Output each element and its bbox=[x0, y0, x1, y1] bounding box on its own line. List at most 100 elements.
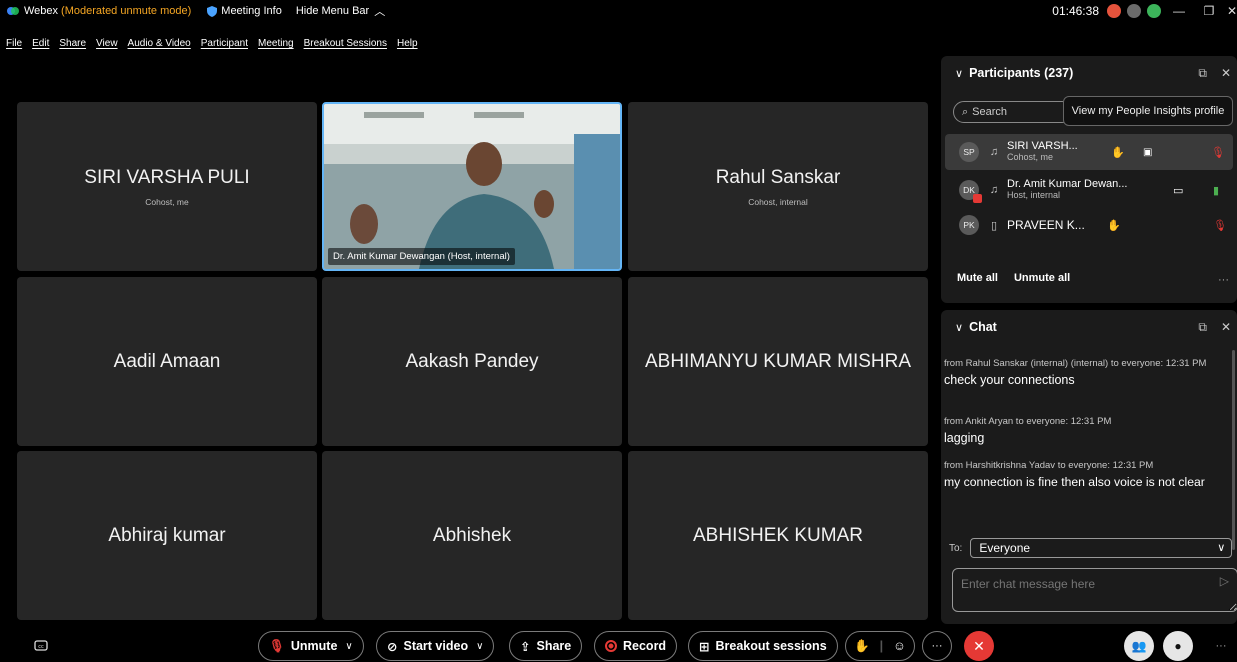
divider: | bbox=[879, 639, 884, 653]
emoji-reactions-icon[interactable]: ☺ bbox=[893, 639, 906, 653]
menu-item-meeting[interactable]: Meeting bbox=[258, 38, 294, 54]
participant-row[interactable]: DK ♫ Dr. Amit Kumar Dewan... Host, inter… bbox=[945, 172, 1233, 208]
chat-toggle-button[interactable]: ● bbox=[1163, 631, 1193, 661]
tile-participant-name: Rahul Sanskar bbox=[715, 166, 841, 188]
participant-name-block: Dr. Amit Kumar Dewan... Host, internal bbox=[1007, 179, 1127, 201]
video-tile[interactable]: Aadil Amaan bbox=[17, 277, 317, 446]
popout-icon[interactable]: ⧉ bbox=[1198, 66, 1207, 81]
close-window-icon[interactable]: ✕ bbox=[1227, 4, 1237, 18]
participant-row[interactable]: PK ▯ PRAVEEN K... ✋ 🎙 bbox=[945, 210, 1233, 240]
raise-hand-icon[interactable]: ✋ bbox=[854, 639, 870, 654]
share-button[interactable]: ⇪ Share bbox=[509, 631, 583, 661]
unmute-button[interactable]: 🎙 Unmute ∨ bbox=[258, 631, 364, 661]
raise-hand-icon: ✋ bbox=[1111, 146, 1125, 159]
leave-meeting-button[interactable]: ✕ bbox=[964, 631, 994, 661]
menu-item-breakout-sessions[interactable]: Breakout Sessions bbox=[304, 38, 387, 54]
captions-icon[interactable]: cc bbox=[26, 631, 56, 661]
search-placeholder: Search bbox=[972, 106, 1008, 118]
video-tile[interactable]: Abhiraj kumar bbox=[17, 451, 317, 620]
muted-mic-icon[interactable]: 🎙 bbox=[1211, 146, 1225, 159]
menu-item-file[interactable]: File bbox=[6, 38, 22, 54]
recipient-value: Everyone bbox=[979, 541, 1031, 555]
hide-menu-bar-button[interactable]: Hide Menu Bar ︿ bbox=[296, 3, 385, 19]
more-options-button[interactable]: ··· bbox=[922, 631, 952, 661]
video-tile[interactable]: Rahul Sanskar Cohost, internal bbox=[628, 102, 928, 271]
start-video-label: Start video bbox=[403, 639, 469, 653]
popout-icon[interactable]: ⧉ bbox=[1198, 320, 1207, 335]
mute-all-button[interactable]: Mute all bbox=[957, 272, 998, 284]
chevron-down-icon[interactable]: ∨ bbox=[955, 67, 963, 80]
muted-mic-icon[interactable]: 🎙 bbox=[1213, 219, 1227, 232]
menu-item-view[interactable]: View bbox=[96, 38, 118, 54]
menu-item-share[interactable]: Share bbox=[59, 38, 86, 54]
menu-bar: File Edit Share View Audio & Video Participan… bbox=[0, 38, 418, 54]
restore-icon[interactable]: ❐ bbox=[1197, 4, 1221, 18]
menu-item-audio-video[interactable]: Audio & Video bbox=[128, 38, 191, 54]
chat-header[interactable]: ∨ Chat ⧉ ✕ bbox=[941, 310, 1237, 344]
titlebar-right: 01:46:38 — ❐ ✕ bbox=[1052, 0, 1237, 22]
meeting-clock: 01:46:38 bbox=[1052, 4, 1099, 18]
record-icon bbox=[605, 640, 617, 652]
share-icon: ⇪ bbox=[520, 639, 531, 654]
minimize-icon[interactable]: — bbox=[1167, 4, 1191, 18]
start-video-button[interactable]: ⊘ Start video ∨ bbox=[376, 631, 495, 661]
menu-item-edit[interactable]: Edit bbox=[32, 38, 49, 54]
close-panel-icon[interactable]: ✕ bbox=[1221, 320, 1231, 334]
recording-status-icon[interactable] bbox=[1107, 4, 1121, 18]
tile-participant-name: Aakash Pandey bbox=[405, 350, 539, 372]
menu-item-participant[interactable]: Participant bbox=[201, 38, 248, 54]
meeting-info-button[interactable]: Meeting Info bbox=[207, 5, 282, 17]
chat-message-meta: from Rahul Sanskar (internal) (internal)… bbox=[944, 358, 1207, 369]
chat-message-meta: from Harshitkrishna Yadav to everyone: 1… bbox=[944, 460, 1154, 471]
chevron-down-icon: ∨ bbox=[1217, 542, 1226, 554]
search-icon: ⌕ bbox=[962, 105, 969, 118]
participants-toggle-button[interactable]: 👥 bbox=[1124, 631, 1154, 661]
breakout-sessions-button[interactable]: ⊞ Breakout sessions bbox=[688, 631, 838, 661]
video-tile[interactable]: SIRI VARSHA PULI Cohost, me bbox=[17, 102, 317, 271]
chat-message-input[interactable] bbox=[952, 568, 1237, 612]
active-mic-icon[interactable]: ▮ bbox=[1213, 184, 1219, 197]
participant-name: Dr. Amit Kumar Dewan... bbox=[1007, 178, 1128, 190]
chat-message: from Harshitkrishna Yadav to everyone: 1… bbox=[944, 460, 1234, 489]
chat-title: Chat bbox=[969, 320, 997, 334]
video-tile[interactable]: ABHISHEK KUMAR bbox=[628, 451, 928, 620]
participant-row[interactable]: SP ♫ SIRI VARSH... Cohost, me ✋ ▣ 🎙 bbox=[945, 134, 1233, 170]
close-panel-icon[interactable]: ✕ bbox=[1221, 66, 1231, 80]
chevron-down-icon[interactable]: ∨ bbox=[955, 321, 963, 334]
send-icon[interactable]: ▷ bbox=[1220, 574, 1229, 588]
participant-search-input[interactable]: ⌕ Search bbox=[953, 101, 1073, 123]
phone-icon: ▯ bbox=[990, 219, 998, 232]
unmute-all-button[interactable]: Unmute all bbox=[1014, 272, 1070, 284]
muted-mic-icon: 🎙 bbox=[269, 638, 285, 653]
chevron-down-icon[interactable]: ∨ bbox=[345, 641, 352, 652]
unmute-label: Unmute bbox=[290, 639, 338, 653]
reactions-group: ✋ | ☺ bbox=[845, 631, 915, 661]
people-insights-tooltip: View my People Insights profile bbox=[1063, 96, 1233, 126]
participant-name-block: PRAVEEN K... bbox=[1007, 217, 1085, 232]
menu-item-help[interactable]: Help bbox=[397, 38, 418, 54]
video-tile[interactable]: Aakash Pandey bbox=[322, 277, 622, 446]
record-label: Record bbox=[623, 639, 667, 653]
participant-name: PRAVEEN K... bbox=[1007, 217, 1085, 232]
chat-scrollbar[interactable] bbox=[1232, 350, 1235, 550]
tile-participant-role: Cohost, me bbox=[145, 196, 189, 207]
participants-title: Participants (237) bbox=[969, 66, 1074, 80]
chat-recipient-select[interactable]: Everyone ∨ bbox=[970, 538, 1233, 558]
participants-more-button[interactable]: ··· bbox=[1218, 274, 1229, 286]
audio-status-icon[interactable] bbox=[1147, 4, 1161, 18]
tile-participant-name: ABHIMANYU KUMAR MISHRA bbox=[644, 350, 912, 372]
video-tile[interactable]: Dr. Amit Kumar Dewangan (Host, internal) bbox=[322, 102, 622, 271]
network-status-icon[interactable] bbox=[1127, 4, 1141, 18]
tile-participant-name: Abhiraj kumar bbox=[108, 524, 226, 546]
chevron-down-icon[interactable]: ∨ bbox=[476, 641, 483, 652]
participants-header[interactable]: ∨ Participants (237) ⧉ ✕ bbox=[941, 56, 1237, 90]
avatar: SP bbox=[959, 142, 979, 162]
chat-panel: ∨ Chat ⧉ ✕ from Rahul Sanskar (internal)… bbox=[941, 310, 1237, 624]
raise-hand-icon: ✋ bbox=[1107, 219, 1121, 232]
more-panels-button[interactable]: ··· bbox=[1206, 631, 1236, 661]
record-button[interactable]: Record bbox=[594, 631, 678, 661]
breakout-label: Breakout sessions bbox=[715, 639, 827, 653]
id-card-icon: ▣ bbox=[1143, 146, 1153, 158]
video-tile[interactable]: Abhishek bbox=[322, 451, 622, 620]
video-tile[interactable]: ABHIMANYU KUMAR MISHRA bbox=[628, 277, 928, 446]
